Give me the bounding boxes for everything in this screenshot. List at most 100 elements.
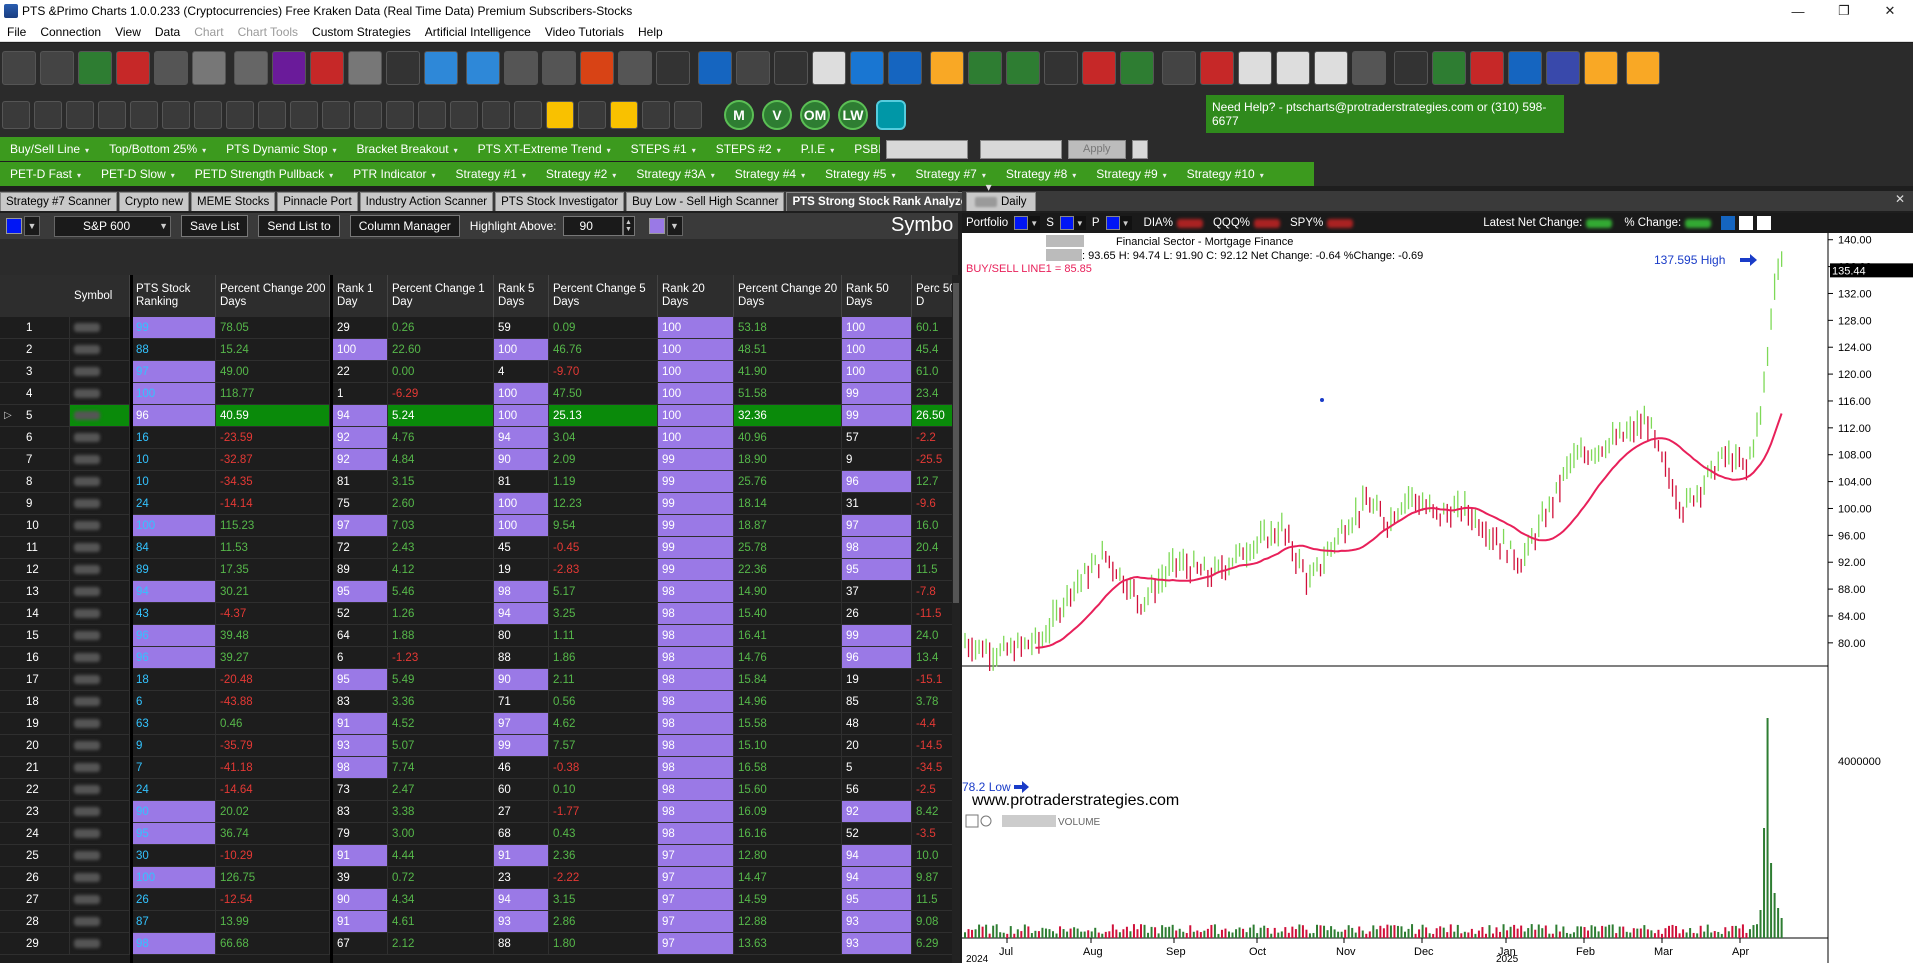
back-arrow-icon[interactable] — [130, 101, 158, 129]
refresh-icon[interactable] — [610, 101, 638, 129]
table-row[interactable]: 25 30 -10.29 91 4.44 91 2.36 97 12.80 94 10.0 — [0, 845, 952, 867]
triangle-icon[interactable] — [194, 101, 222, 129]
chart-canvas[interactable]: 140.00136.00132.00128.00124.00120.00116.… — [962, 233, 1913, 963]
table-row[interactable]: 20 9 -35.79 93 5.07 99 7.57 98 15.10 20 -14.5 — [0, 735, 952, 757]
strategy2-item-1[interactable]: PET-D Slow — [91, 167, 185, 181]
dollar-icon[interactable] — [272, 51, 306, 85]
table-row[interactable]: 14 43 -4.37 52 1.26 94 3.25 98 15.40 26 -11.5 — [0, 603, 952, 625]
table-row[interactable]: 12 89 17.35 89 4.12 19 -2.83 99 22.36 95 11.5 — [0, 559, 952, 581]
bar-chart-icon[interactable] — [2, 51, 36, 85]
table-row[interactable]: 15 96 39.48 64 1.88 80 1.11 98 16.41 99 24.0 — [0, 625, 952, 647]
column-header-rk[interactable]: PTS Stock Ranking — [132, 275, 216, 317]
mode-button-lw[interactable]: LW — [838, 100, 868, 130]
column-header-p5[interactable]: Percent Change 5 Days — [549, 275, 658, 317]
table-row[interactable]: 4 100 118.77 1 -6.29 100 47.50 100 51.58 99 23.4 — [0, 383, 952, 405]
highlight-spinner[interactable]: ▲ ▼ — [622, 216, 635, 236]
chart-green-icon[interactable] — [968, 51, 1002, 85]
bar-growth-icon[interactable] — [348, 51, 382, 85]
column-header-r20[interactable]: Rank 20 Days — [658, 275, 734, 317]
strategy2-item-5[interactable]: Strategy #2 — [536, 167, 626, 181]
crypto-icon[interactable] — [1432, 51, 1466, 85]
table-row[interactable]: 27 26 -12.54 90 4.34 94 3.15 97 14.59 95 11.5 — [0, 889, 952, 911]
strategy1-item-3[interactable]: Bracket Breakout — [347, 142, 468, 156]
strategy1-item-5[interactable]: STEPS #1 — [621, 142, 706, 156]
arrows2-icon[interactable] — [1470, 51, 1504, 85]
highlight-input[interactable]: 90 — [562, 216, 623, 236]
print-icon[interactable] — [1739, 216, 1754, 230]
strategy2-item-8[interactable]: Strategy #5 — [815, 167, 905, 181]
list-icon[interactable] — [578, 101, 606, 129]
save-list-button[interactable]: Save List — [181, 215, 249, 237]
strategy2-item-3[interactable]: PTR Indicator — [343, 167, 445, 181]
highlight-color-picker[interactable] — [648, 218, 665, 234]
apply-button[interactable]: Apply — [1068, 140, 1126, 159]
strategy2-item-9[interactable]: Strategy #7 — [905, 167, 995, 181]
stock-icon[interactable] — [1314, 51, 1348, 85]
wave-icon[interactable] — [674, 101, 702, 129]
pan-icon[interactable] — [98, 101, 126, 129]
table-row[interactable]: 1 99 78.05 29 0.26 59 0.09 100 53.18 100 60.1 — [0, 317, 952, 339]
table-row[interactable]: 2 88 15.24 100 22.60 100 46.76 100 48.51 100 45.4 — [0, 339, 952, 361]
coin-icon[interactable] — [1546, 51, 1580, 85]
tab-scanner-7[interactable]: PTS Strong Stock Rank Analyzer — [786, 192, 978, 211]
menu-view[interactable]: View — [108, 25, 148, 39]
mode-button-v[interactable]: V — [762, 100, 792, 130]
color-dropdown-icon[interactable]: ▼ — [24, 216, 40, 236]
menu-chart-tools[interactable]: Chart Tools — [231, 25, 305, 39]
chart-red-icon[interactable] — [1006, 51, 1040, 85]
strategy2-item-2[interactable]: PETD Strength Pullback — [185, 167, 343, 181]
news-icon[interactable] — [234, 51, 268, 85]
alert-bell-icon[interactable] — [1721, 216, 1736, 230]
group-icon[interactable] — [1238, 51, 1272, 85]
strategy2-item-7[interactable]: Strategy #4 — [725, 167, 815, 181]
index-select[interactable]: S&P 600 ▼ — [54, 215, 171, 237]
strategy1-item-0[interactable]: Buy/Sell Line — [0, 142, 99, 156]
price-chart[interactable]: 140.00136.00132.00128.00124.00120.00116.… — [962, 233, 1913, 963]
share-icon[interactable] — [1757, 216, 1772, 230]
tab-daily-chart[interactable]: Daily — [966, 192, 1036, 211]
table-row[interactable]: 23 90 20.02 83 3.38 27 -1.77 98 16.09 92 8.42 — [0, 801, 952, 823]
info-icon[interactable] — [322, 101, 350, 129]
forward-arrow-icon[interactable] — [162, 101, 190, 129]
table-row[interactable]: 5 96 40.59 94 5.24 100 25.13 100 32.36 99 26.50 — [0, 405, 952, 427]
minimize-button[interactable]: — — [1775, 0, 1821, 22]
maximize-button[interactable]: ❐ — [1821, 0, 1867, 22]
p-color[interactable] — [1105, 216, 1120, 230]
equalizer-icon[interactable] — [154, 51, 188, 85]
table-row[interactable]: 24 95 36.74 79 3.00 68 0.43 98 16.16 52 -3.5 — [0, 823, 952, 845]
pin-icon[interactable] — [226, 101, 254, 129]
screen-icon[interactable] — [1508, 51, 1542, 85]
calculator-icon[interactable] — [310, 51, 344, 85]
color-picker[interactable] — [6, 218, 22, 234]
menu-chart[interactable]: Chart — [187, 25, 230, 39]
table-row[interactable]: 13 94 30.21 95 5.46 98 5.17 98 14.90 37 -7.8 — [0, 581, 952, 603]
tab-scanner-0[interactable]: Strategy #7 Scanner — [0, 192, 117, 211]
table-row[interactable]: 8 10 -34.35 81 3.15 81 1.19 99 25.76 96 12.7 — [0, 471, 952, 493]
table-row[interactable]: 3 97 49.00 22 0.00 4 -9.70 100 41.90 100 61.0 — [0, 361, 952, 383]
mode-button-m[interactable]: M — [724, 100, 754, 130]
strategy2-item-4[interactable]: Strategy #1 — [446, 167, 536, 181]
profile-icon[interactable] — [1276, 51, 1310, 85]
table-row[interactable]: 16 96 39.27 6 -1.23 88 1.86 98 14.76 96 13.4 — [0, 647, 952, 669]
strategy-select[interactable] — [886, 140, 968, 159]
menu-custom-strategies[interactable]: Custom Strategies — [305, 25, 418, 39]
table-row[interactable]: 9 24 -14.14 75 2.60 100 12.23 99 18.14 31 -9.6 — [0, 493, 952, 515]
alert-icon[interactable] — [482, 101, 510, 129]
home2-icon[interactable] — [1200, 51, 1234, 85]
send-list-button[interactable]: Send List to — [258, 215, 340, 237]
help-banner[interactable]: Need Help? - ptscharts@protraderstrategi… — [1206, 95, 1564, 133]
p-dropdown-icon[interactable]: ▼ — [1119, 216, 1132, 230]
strategy2-item-0[interactable]: PET-D Fast — [0, 167, 91, 181]
portfolio-dropdown-icon[interactable]: ▼ — [1028, 216, 1041, 230]
menu-file[interactable]: File — [0, 25, 33, 39]
grid-icon[interactable] — [546, 101, 574, 129]
star-cross-icon[interactable] — [354, 101, 382, 129]
table-scrollbar[interactable] — [952, 275, 960, 963]
speedometer-icon[interactable] — [504, 51, 538, 85]
chart-tools-icon[interactable] — [542, 51, 576, 85]
table-row[interactable]: 7 10 -32.87 92 4.84 90 2.09 99 18.90 9 -25.5 — [0, 449, 952, 471]
arrows-icon[interactable] — [116, 51, 150, 85]
users-icon[interactable] — [888, 51, 922, 85]
pixel-chart-icon[interactable] — [1120, 51, 1154, 85]
strategy2-item-11[interactable]: Strategy #9 — [1086, 167, 1176, 181]
